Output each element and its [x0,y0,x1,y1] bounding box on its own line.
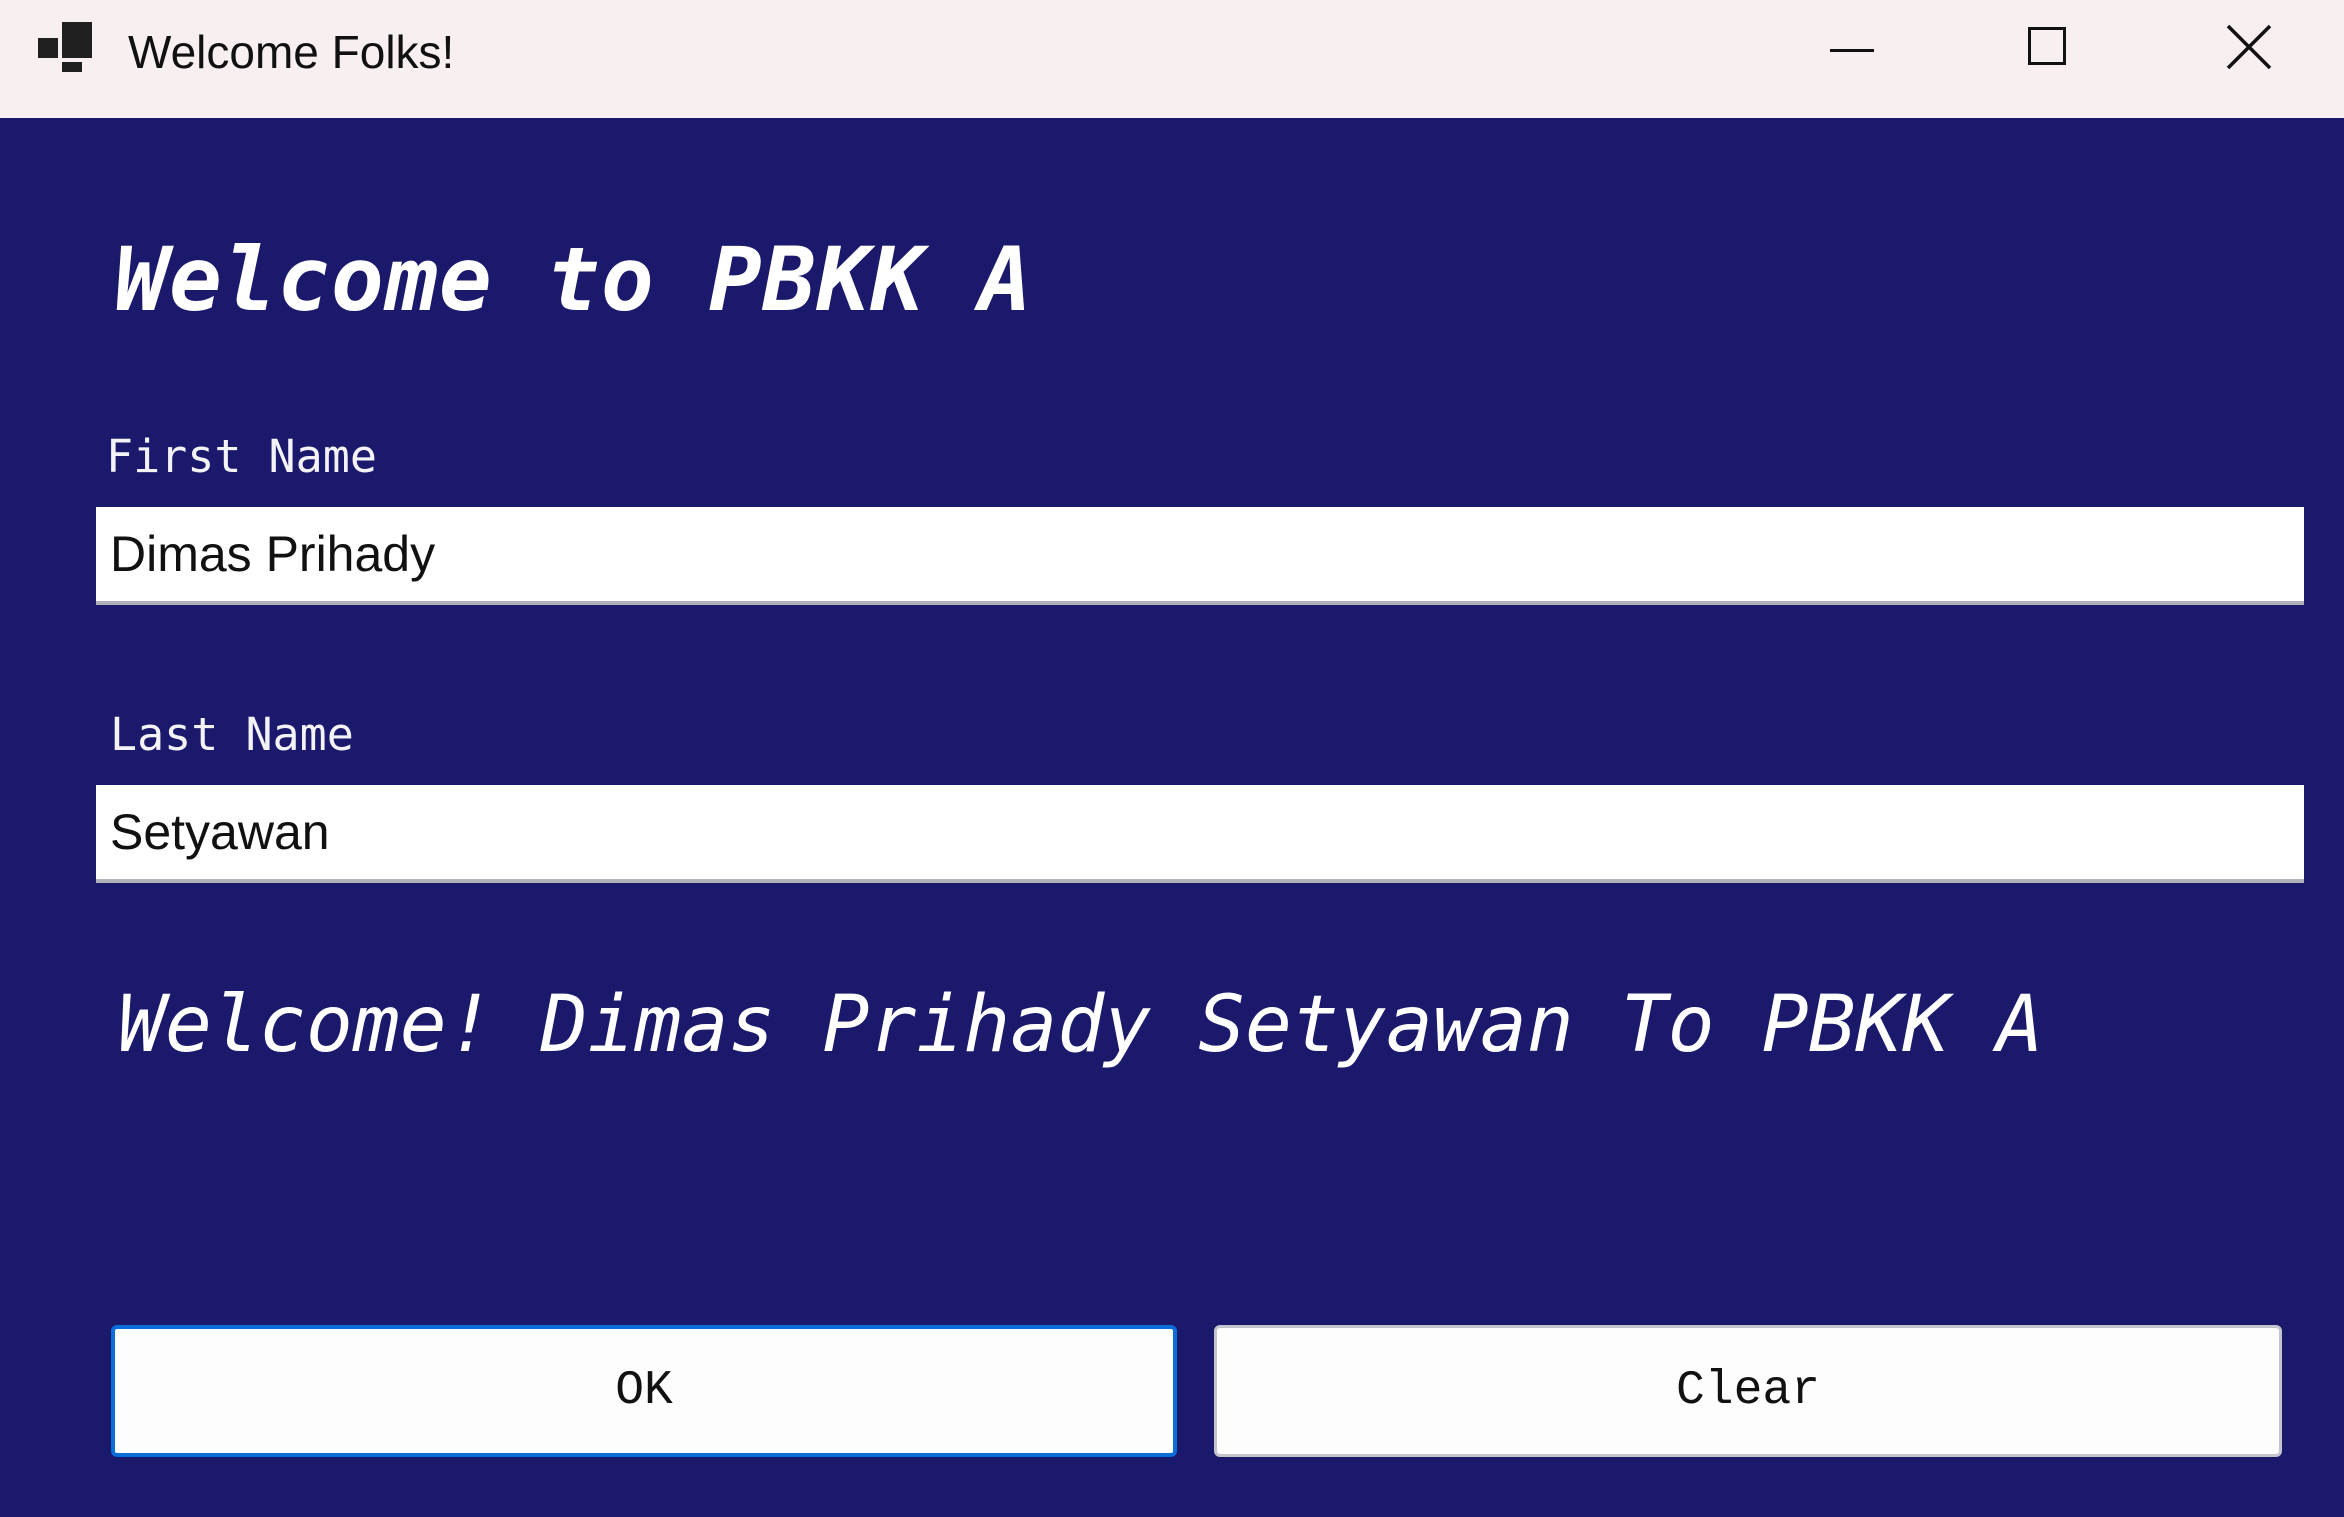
first-name-input[interactable] [96,507,2304,605]
window-title: Welcome Folks! [128,26,455,78]
welcome-message: Welcome! Dimas Prihady Setyawan To PBKK … [118,980,2044,1070]
last-name-label: Last Name [110,708,354,761]
title-bar[interactable]: Welcome Folks! [0,0,2344,118]
maximize-button[interactable] [1979,0,2119,100]
app-form-icon [38,22,92,72]
close-icon [2226,24,2272,70]
minimize-icon [1830,49,1874,52]
first-name-label: First Name [106,430,377,483]
page-heading: Welcome to PBKK A [115,228,1033,331]
ok-button[interactable]: OK [111,1325,1177,1457]
minimize-button[interactable] [1782,0,1922,100]
app-window: Welcome Folks! Welcome to PBKK A First N… [0,0,2344,1517]
maximize-icon [2028,27,2066,65]
clear-button[interactable]: Clear [1214,1325,2282,1457]
close-button[interactable] [2180,0,2320,100]
last-name-input[interactable] [96,785,2304,883]
